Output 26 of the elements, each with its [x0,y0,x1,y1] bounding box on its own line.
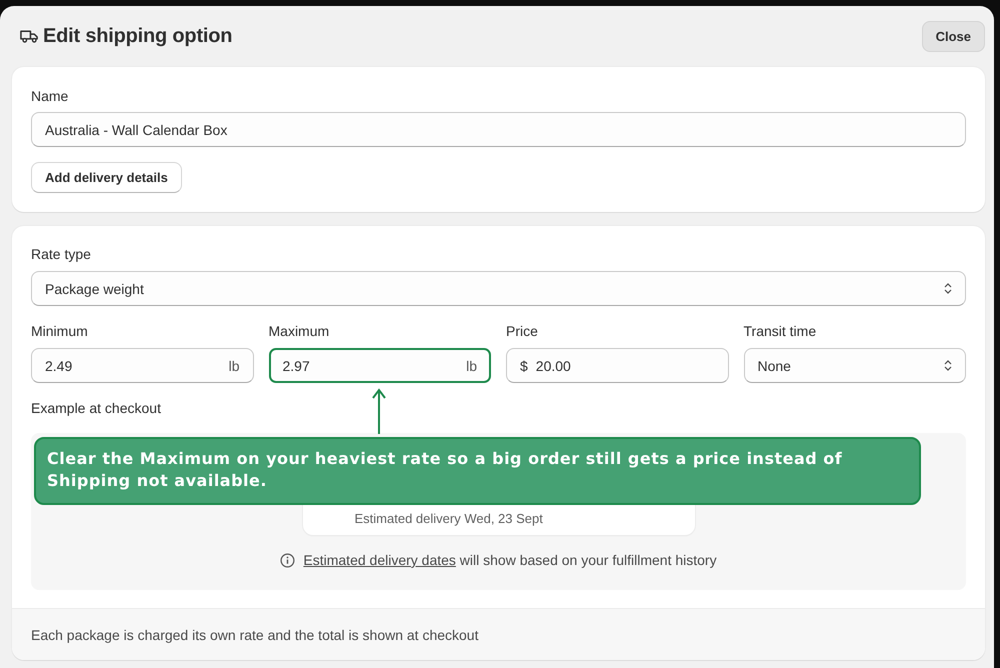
price-input-field[interactable]: $ 20.00 [506,348,728,383]
estimated-delivery-text: Estimated delivery Wed, 23 Sept [354,511,543,527]
field-label: Maximum [268,323,330,339]
add-delivery-details-button[interactable]: Add delivery details [31,162,182,193]
field-label: Transit time [744,323,816,339]
field-label: Name [31,88,68,104]
select-arrows-icon [944,359,952,372]
footer-text: Each package is charged its own rate and the total is shown at checkout [12,608,985,660]
weight-input-field[interactable]: 2.97 lb [268,348,491,383]
truck-icon [20,29,39,43]
info-icon [280,552,296,568]
delivery-dates-note: Estimated delivery dates will show based on your fulfillment history [303,552,717,568]
callout-arrow [371,388,387,434]
close-button[interactable]: Close [922,20,985,52]
dialog-title: Edit shipping option [43,24,232,48]
select-field[interactable]: None [744,348,966,383]
field-label: Rate type [31,246,91,262]
field-label: Price [506,323,538,339]
weight-input-field[interactable]: 2.49 lb [31,348,254,383]
tip-callout: Clear the Maximum on your heaviest rate so a big order still gets a price instead of Shipping not available. [34,437,921,505]
name-input-field[interactable]: Australia - Wall Calendar Box [31,112,966,147]
select-field[interactable]: Package weight [31,271,966,306]
select-arrows-icon [944,282,952,295]
field-label: Minimum [31,323,88,339]
delivery-dates-link[interactable]: Estimated delivery dates [303,552,456,568]
field-label: Example at checkout [31,400,161,416]
